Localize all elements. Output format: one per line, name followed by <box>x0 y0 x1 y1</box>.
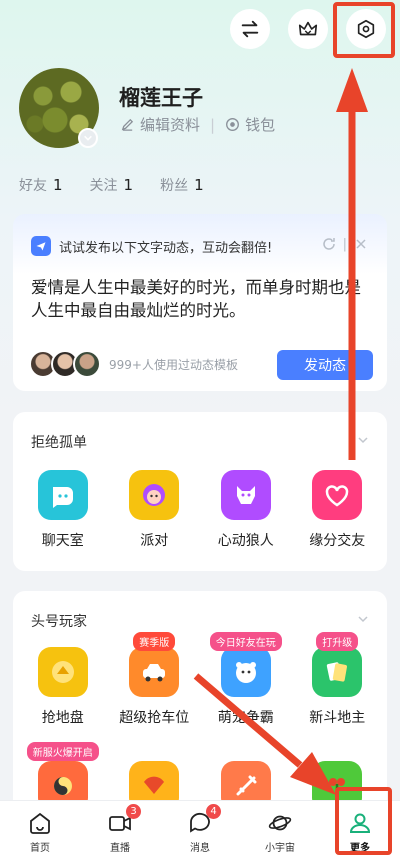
pencil-icon <box>121 118 134 131</box>
tab-label: 直播 <box>110 843 130 854</box>
planet-icon <box>268 815 292 831</box>
wallet-icon <box>226 118 240 131</box>
stat-label: 好友 <box>19 178 47 194</box>
chevron-down-icon <box>84 135 92 141</box>
username: 榴莲王子 <box>119 86 203 110</box>
stat-value: 1 <box>53 176 63 194</box>
app-parking[interactable]: 赛季版 超级抢车位 <box>109 632 199 727</box>
dynamic-template-card: 试试发布以下文字动态，互动会翻倍! | 爱情是人生中最美好的时光，而单身时期也是… <box>13 214 387 391</box>
app-label: 聊天室 <box>41 533 84 549</box>
edit-profile-link[interactable]: 编辑资料 <box>120 114 200 135</box>
wallet-link[interactable]: 钱包 <box>225 114 275 135</box>
wolf-icon <box>220 470 271 520</box>
stat-fans[interactable]: 粉丝 1 <box>160 175 204 195</box>
app-tag: 今日好友在玩 <box>209 632 282 651</box>
vip-button[interactable] <box>288 9 328 49</box>
annotation-box-more-tab <box>335 787 392 855</box>
section-title: 头号玩家 <box>31 614 87 630</box>
section-games: 头号玩家 抢地盘 赛季版 超级抢车位 今日好友在玩 萌宠争霸 打升级 新斗地主 … <box>13 591 387 821</box>
heart-icon <box>312 470 363 520</box>
app-label: 超级抢车位 <box>119 710 190 726</box>
app-party[interactable]: 派对 <box>109 470 199 550</box>
app-werewolf[interactable]: 心动狼人 <box>201 470 291 550</box>
divider: | <box>342 236 347 252</box>
section-title: 拒绝孤单 <box>31 435 87 451</box>
stat-label: 粉丝 <box>160 178 189 194</box>
app-tag: 赛季版 <box>133 632 176 651</box>
app-territory[interactable]: 抢地盘 <box>18 647 108 727</box>
stat-friends[interactable]: 好友 1 <box>19 175 63 195</box>
app-label: 心动狼人 <box>217 533 274 549</box>
tab-label: 首页 <box>30 843 50 854</box>
app-tag: 打升级 <box>316 632 359 651</box>
app-label: 萌宠争霸 <box>217 710 274 726</box>
tab-label: 小宇宙 <box>265 843 295 854</box>
switch-button[interactable] <box>230 9 270 49</box>
pet-icon <box>220 647 271 697</box>
edit-profile-label: 编辑资料 <box>140 116 201 134</box>
chevron-down-icon[interactable] <box>357 613 369 625</box>
stat-value: 1 <box>194 176 204 194</box>
tab-live[interactable]: 3 直播 <box>80 801 160 859</box>
app-chat-room[interactable]: 聊天室 <box>18 470 108 550</box>
usage-count: 999+人使用过动态模板 <box>109 357 238 372</box>
home-icon <box>30 812 50 834</box>
chat-room-icon <box>37 470 88 520</box>
car-icon <box>129 647 180 697</box>
app-label: 缘分交友 <box>309 533 366 549</box>
cards-icon <box>312 647 363 697</box>
tab-badge: 3 <box>126 804 141 819</box>
divider: | <box>210 115 216 134</box>
tab-badge: 4 <box>206 804 221 819</box>
tab-universe[interactable]: 小宇宙 <box>240 801 320 859</box>
app-landlord[interactable]: 打升级 新斗地主 <box>292 632 382 727</box>
tab-home[interactable]: 首页 <box>0 801 80 859</box>
app-tag: 新服火爆开启 <box>26 742 99 761</box>
annotation-box-settings <box>333 2 395 58</box>
app-label: 派对 <box>140 533 169 549</box>
party-icon <box>129 470 180 520</box>
chevron-down-icon[interactable] <box>357 434 369 446</box>
close-icon[interactable] <box>353 236 369 252</box>
app-label: 新斗地主 <box>309 710 366 726</box>
app-dating[interactable]: 缘分交友 <box>292 470 382 550</box>
app-pet[interactable]: 今日好友在玩 萌宠争霸 <box>201 632 291 727</box>
tab-label: 消息 <box>190 843 210 854</box>
wallet-label: 钱包 <box>245 116 276 134</box>
section-social: 拒绝孤单 聊天室 派对 心动狼人 缘分交友 <box>13 412 387 571</box>
dynamic-prompt: 试试发布以下文字动态，互动会翻倍! <box>59 240 273 256</box>
switch-icon <box>241 20 259 38</box>
paper-plane-icon <box>31 236 51 256</box>
stat-label: 关注 <box>89 178 118 194</box>
refresh-icon[interactable] <box>321 236 337 252</box>
annotation-arrowhead <box>336 68 368 112</box>
tab-messages[interactable]: 4 消息 <box>160 801 240 859</box>
territory-icon <box>37 647 88 697</box>
user-avatar <box>73 350 101 378</box>
crown-icon <box>298 21 318 36</box>
post-dynamic-button[interactable]: 发动态 <box>277 350 373 380</box>
app-label: 抢地盘 <box>41 710 84 726</box>
stat-following[interactable]: 关注 1 <box>90 175 134 195</box>
stat-value: 1 <box>123 176 134 194</box>
dynamic-template-text[interactable]: 爱情是人生中最美好的时光，而单身时期也是人生中最自由最灿烂的时光。 <box>31 276 371 322</box>
avatar-edit-badge[interactable] <box>78 128 98 148</box>
